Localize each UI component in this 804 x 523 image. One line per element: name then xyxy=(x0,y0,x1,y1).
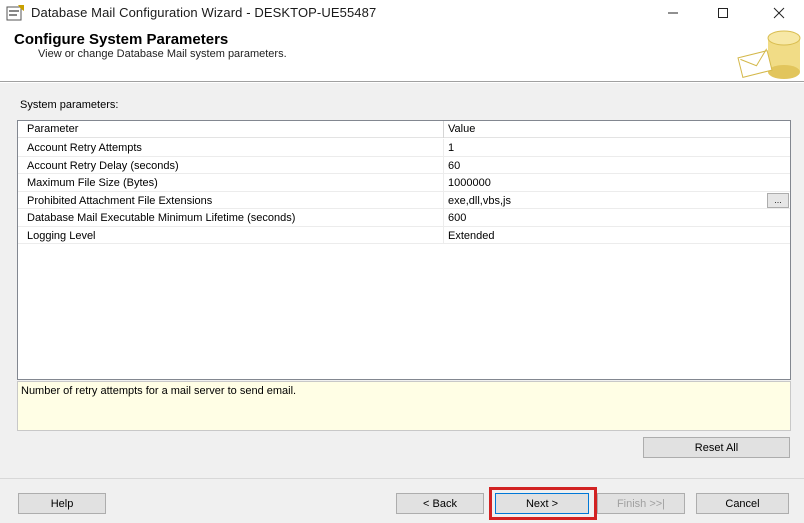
database-mail-graphic xyxy=(736,28,804,82)
cell-divider xyxy=(443,139,444,156)
parameter-value[interactable]: 1 xyxy=(448,142,454,154)
cell-divider xyxy=(443,174,444,191)
parameter-name: Maximum File Size (Bytes) xyxy=(27,177,158,189)
help-button[interactable]: Help xyxy=(18,493,106,514)
cell-divider xyxy=(443,209,444,226)
reset-all-button[interactable]: Reset All xyxy=(643,437,790,458)
title-bar: Database Mail Configuration Wizard - DES… xyxy=(0,0,804,28)
cancel-button[interactable]: Cancel xyxy=(696,493,789,514)
table-row[interactable]: Prohibited Attachment File Extensions ex… xyxy=(18,191,790,209)
column-header-value[interactable]: Value xyxy=(448,123,475,135)
table-row[interactable]: Maximum File Size (Bytes) 1000000 xyxy=(18,174,790,192)
table-row[interactable]: Account Retry Delay (seconds) 60 xyxy=(18,156,790,174)
footer-divider xyxy=(0,478,804,479)
wizard-body: System parameters: Parameter Value Accou… xyxy=(0,83,804,523)
parameter-description: Number of retry attempts for a mail serv… xyxy=(21,385,297,397)
minimize-button[interactable] xyxy=(650,0,696,28)
window-title: Database Mail Configuration Wizard - DES… xyxy=(31,5,377,20)
cell-divider xyxy=(443,156,444,173)
parameter-value[interactable]: 1000000 xyxy=(448,177,491,189)
parameter-value[interactable]: 60 xyxy=(448,160,460,172)
page-subtitle: View or change Database Mail system para… xyxy=(38,48,287,60)
wizard-header: Configure System Parameters View or chan… xyxy=(0,28,804,82)
close-icon xyxy=(773,7,785,22)
parameter-value[interactable]: 600 xyxy=(448,212,466,224)
table-row[interactable]: Database Mail Executable Minimum Lifetim… xyxy=(18,209,790,227)
maximize-button[interactable] xyxy=(700,0,746,28)
table-row[interactable]: Account Retry Attempts 1 xyxy=(18,139,790,157)
parameter-name: Database Mail Executable Minimum Lifetim… xyxy=(27,212,296,224)
system-parameters-label: System parameters: xyxy=(20,99,119,111)
parameters-grid[interactable]: Parameter Value Account Retry Attempts 1… xyxy=(17,120,791,380)
parameter-name: Prohibited Attachment File Extensions xyxy=(27,194,213,207)
maximize-icon xyxy=(717,7,729,22)
cell-divider xyxy=(443,191,444,208)
back-button[interactable]: < Back xyxy=(396,493,484,514)
parameter-description-panel: Number of retry attempts for a mail serv… xyxy=(17,381,791,431)
parameter-name: Account Retry Delay (seconds) xyxy=(27,159,179,172)
parameter-name: Account Retry Attempts xyxy=(27,142,142,154)
browse-extensions-button[interactable]: ... xyxy=(767,192,789,208)
finish-button[interactable]: Finish >>| xyxy=(597,493,685,514)
close-button[interactable] xyxy=(756,0,802,28)
parameter-name: Logging Level xyxy=(27,229,96,242)
parameter-value[interactable]: exe,dll,vbs,js xyxy=(448,195,511,207)
grid-header: Parameter Value xyxy=(18,121,790,138)
minimize-icon xyxy=(667,7,679,22)
column-header-parameter[interactable]: Parameter xyxy=(27,123,78,135)
next-button[interactable]: Next > xyxy=(495,493,589,514)
column-divider xyxy=(443,121,444,138)
cell-divider xyxy=(443,226,444,243)
page-title: Configure System Parameters xyxy=(14,31,229,48)
app-icon xyxy=(6,4,26,22)
table-row[interactable]: Logging Level Extended xyxy=(18,226,790,244)
parameter-value[interactable]: Extended xyxy=(448,230,494,242)
